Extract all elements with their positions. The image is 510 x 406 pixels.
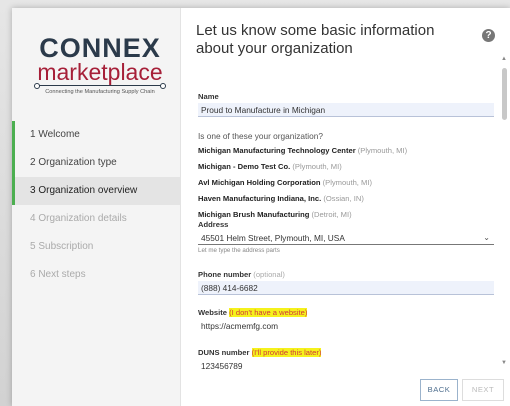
step-list: 1 Welcome 2 Organization type 3 Organiza… (12, 121, 180, 289)
address-value: 45501 Helm Street, Plymouth, MI, USA (201, 233, 345, 243)
step-organization-details: 4 Organization details (30, 213, 127, 224)
help-icon[interactable]: ? (482, 29, 495, 42)
org-name: Avl Michigan Holding Corporation (198, 178, 321, 187)
org-name: Michigan Manufacturing Technology Center (198, 146, 356, 155)
duns-label: DUNS number (I'll provide this later) (198, 348, 322, 357)
address-select[interactable]: 45501 Helm Street, Plymouth, MI, USA ⌄ (198, 231, 494, 245)
website-label: Website (I don't have a website) (198, 308, 308, 317)
org-suggestion[interactable]: Michigan Manufacturing Technology Center… (198, 146, 407, 155)
name-label: Name (198, 92, 219, 101)
provide-later-link[interactable]: (I'll provide this later) (251, 348, 322, 357)
org-suggestion[interactable]: Michigan Brush Manufacturing (Detroit, M… (198, 210, 352, 219)
org-name: Michigan - Demo Test Co. (198, 162, 291, 171)
connex-logo: CONNEX marketplace Connecting the Manufa… (32, 34, 168, 95)
website-input[interactable]: https://acmemfg.com (201, 321, 278, 331)
scroll-down-icon[interactable]: ▼ (501, 360, 507, 366)
step-subscription: 5 Subscription (30, 241, 94, 252)
duns-label-text: DUNS number (198, 348, 250, 357)
scroll-thumb[interactable] (502, 68, 507, 120)
duns-input[interactable]: 123456789 (201, 361, 243, 371)
sidebar: CONNEX marketplace Connecting the Manufa… (12, 8, 181, 406)
main-panel: Let us know some basic information about… (180, 8, 510, 406)
org-suggestion[interactable]: Haven Manufacturing Indiana, Inc. (Ossia… (198, 194, 364, 203)
onboarding-dialog: CONNEX marketplace Connecting the Manufa… (12, 8, 510, 406)
phone-label-text: Phone number (198, 270, 252, 279)
org-location: (Ossian, IN) (323, 194, 364, 203)
logo-brand: CONNEX (39, 33, 161, 63)
step-organization-type[interactable]: 2 Organization type (12, 149, 180, 177)
page-title: Let us know some basic information about… (196, 22, 435, 57)
scroll-up-icon[interactable]: ▲ (501, 56, 507, 62)
org-location: (Plymouth, MI) (322, 178, 372, 187)
org-location: (Detroit, MI) (311, 210, 352, 219)
website-label-text: Website (198, 308, 227, 317)
org-question: Is one of these your organization? (198, 131, 323, 141)
org-suggestion[interactable]: Michigan - Demo Test Co. (Plymouth, MI) (198, 162, 342, 171)
logo-sub: marketplace (37, 59, 163, 85)
next-button[interactable]: NEXT (462, 379, 504, 401)
org-name: Haven Manufacturing Indiana, Inc. (198, 194, 322, 203)
scrollbar[interactable]: ▲ ▼ (500, 56, 509, 370)
address-parts-link[interactable]: Let me type the address parts (198, 247, 280, 254)
chevron-down-icon[interactable]: ⌄ (483, 231, 490, 245)
org-suggestion[interactable]: Avl Michigan Holding Corporation (Plymou… (198, 178, 372, 187)
step-organization-overview[interactable]: 3 Organization overview (12, 177, 180, 205)
no-website-link[interactable]: (I don't have a website) (229, 308, 308, 317)
step-next-steps: 6 Next steps (30, 269, 86, 280)
logo-tagline: Connecting the Manufacturing Supply Chai… (45, 89, 155, 95)
step-welcome[interactable]: 1 Welcome (12, 121, 180, 149)
address-label: Address (198, 220, 229, 229)
org-name: Michigan Brush Manufacturing (198, 210, 310, 219)
phone-input[interactable]: (888) 414-6682 (198, 281, 494, 295)
org-location: (Plymouth, MI) (357, 146, 408, 155)
back-button[interactable]: BACK (420, 379, 458, 401)
phone-label: Phone number (optional) (198, 270, 285, 279)
org-location: (Plymouth, MI) (292, 162, 342, 171)
logo-divider (34, 83, 166, 89)
phone-optional: (optional) (253, 270, 285, 279)
name-input[interactable]: Proud to Manufacture in Michigan (198, 103, 494, 117)
